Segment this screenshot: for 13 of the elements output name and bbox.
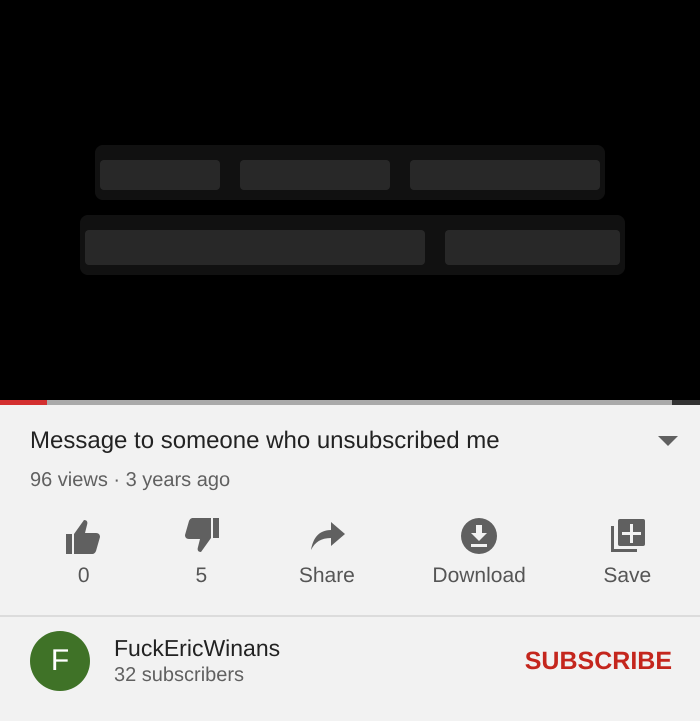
progress-bar[interactable]: [0, 400, 700, 405]
channel-name[interactable]: FuckEricWinans: [114, 635, 521, 662]
video-title: Message to someone who unsubscribed me: [30, 427, 500, 455]
channel-avatar[interactable]: F: [30, 631, 90, 691]
subscribe-button[interactable]: SUBSCRIBE: [520, 642, 676, 680]
action-button[interactable]: Save: [599, 512, 656, 592]
action-button[interactable]: 5: [177, 512, 226, 592]
subscriber-count: 32 subscribers: [114, 664, 246, 687]
action-button[interactable]: 0: [60, 512, 108, 592]
action-button[interactable]: Download: [428, 512, 530, 592]
video-meta: 96 views · 3 years ago: [30, 469, 232, 492]
action-button[interactable]: Share: [294, 512, 359, 592]
download-icon: [459, 516, 500, 556]
